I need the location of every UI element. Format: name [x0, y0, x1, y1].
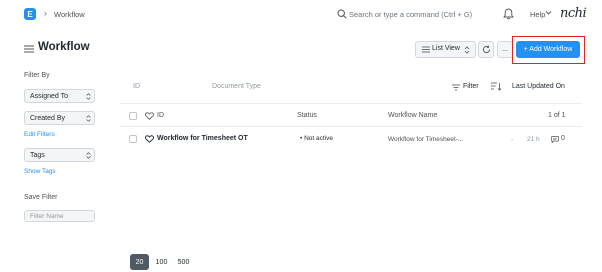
heart-icon[interactable]	[145, 112, 154, 120]
divider	[120, 103, 582, 104]
assigned-to-label: Assigned To	[30, 93, 69, 100]
breadcrumb-chevron-icon: ›	[44, 8, 47, 18]
page-title: Workflow	[38, 41, 90, 53]
help-menu[interactable]: Help	[530, 10, 545, 19]
breadcrumb-workflow[interactable]: Workflow	[54, 10, 85, 19]
search-input[interactable]	[349, 8, 481, 21]
list-view-label: List View	[432, 45, 460, 52]
row-modified-time: 21 h	[527, 136, 540, 143]
column-header-id[interactable]: ID	[157, 112, 164, 119]
tags-select[interactable]: Tags	[24, 148, 95, 162]
filter-button-label: Filter	[463, 83, 479, 90]
select-arrows-icon	[86, 152, 91, 159]
page-size-100-button[interactable]: 100	[152, 254, 171, 270]
filter-by-label: Filter By	[24, 72, 50, 79]
filter-button[interactable]: Filter	[447, 80, 482, 96]
chevron-down-icon	[545, 11, 552, 15]
page-size-20-button[interactable]: 20	[130, 254, 149, 270]
column-header-status: Status	[297, 112, 317, 119]
id-filter-input[interactable]: ID	[133, 83, 140, 90]
row-dash: -	[511, 136, 514, 143]
refresh-button[interactable]	[478, 41, 494, 58]
filter-icon	[452, 84, 460, 91]
sort-by-button[interactable]: Last Updated On	[512, 83, 565, 90]
app-logo[interactable]: E	[24, 8, 36, 20]
add-workflow-button[interactable]: + Add Workflow	[516, 41, 580, 58]
heart-icon[interactable]	[145, 135, 154, 143]
record-count: 1 of 1	[548, 112, 566, 119]
row-title-link[interactable]: Workflow for Timesheet OT	[157, 135, 248, 142]
show-tags-link[interactable]: Show Tags	[24, 168, 56, 175]
list-icon	[422, 46, 430, 53]
notification-bell-icon[interactable]	[503, 8, 514, 20]
filter-name-input[interactable]	[24, 210, 95, 222]
status-label: Not active	[304, 135, 333, 142]
assigned-to-select[interactable]: Assigned To	[24, 89, 95, 103]
comment-icon	[551, 136, 559, 143]
search-icon	[337, 9, 347, 19]
status-indicator: • Not active	[300, 135, 333, 142]
more-actions-button[interactable]: ...	[497, 41, 513, 58]
row-workflow-name: Workflow for Timesheet-...	[388, 136, 464, 143]
divider	[120, 126, 582, 127]
select-arrows-icon	[86, 115, 91, 122]
select-all-checkbox[interactable]	[129, 112, 137, 120]
save-filter-label: Save Filter	[24, 194, 58, 201]
comment-count: 0	[561, 135, 565, 142]
tags-label: Tags	[30, 152, 45, 159]
row-checkbox[interactable]	[129, 135, 137, 143]
page-size-500-button[interactable]: 500	[173, 254, 194, 270]
list-view-switcher[interactable]: List View	[415, 41, 476, 58]
select-arrows-icon	[464, 46, 470, 54]
document-type-filter-input[interactable]: Document Type	[212, 83, 261, 90]
edit-filters-link[interactable]: Edit Filters	[24, 131, 55, 138]
created-by-label: Created By	[30, 115, 66, 122]
refresh-icon	[482, 45, 491, 53]
sidebar-toggle-icon[interactable]	[24, 45, 34, 53]
user-avatar-signature[interactable]: nchi	[560, 6, 587, 21]
select-arrows-icon	[86, 93, 91, 100]
created-by-select[interactable]: Created By	[24, 111, 95, 125]
sort-order-icon[interactable]	[491, 82, 502, 91]
column-header-workflow-name: Workflow Name	[388, 112, 438, 119]
